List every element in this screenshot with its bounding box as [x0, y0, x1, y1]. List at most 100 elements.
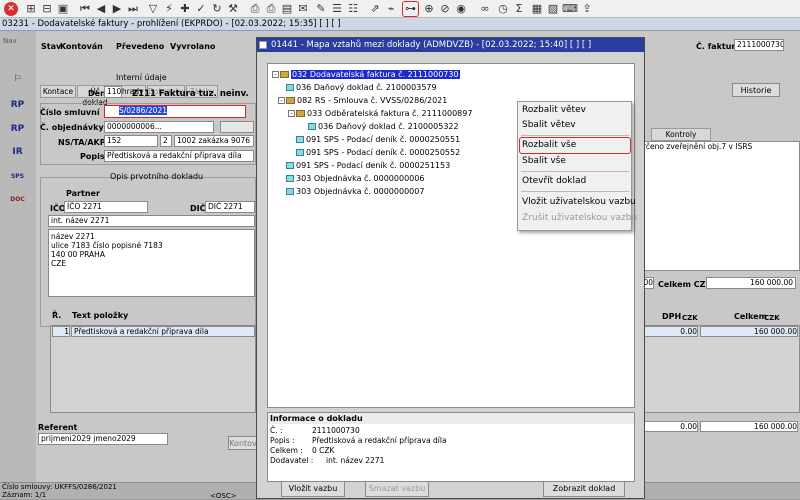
view-icon[interactable]: ◉	[454, 2, 468, 16]
popis-field[interactable]: Předtisková a redakční příprava díla	[104, 150, 254, 162]
list-icon[interactable]: ☰	[330, 2, 344, 16]
collapse-icon[interactable]: -	[288, 110, 295, 117]
tab-kontace[interactable]: Kontace	[40, 85, 76, 98]
check-icon[interactable]: ✓	[194, 2, 208, 16]
nsta-field-3[interactable]: 1002 zakázka 9076	[174, 135, 254, 147]
row1-dph[interactable]: 0.00	[642, 326, 698, 337]
execute-icon[interactable]: ✚	[178, 2, 192, 16]
document-icon	[308, 123, 316, 130]
kontov-button[interactable]: Kontov	[228, 436, 258, 450]
tree-node-4[interactable]: 036 Daňový doklad č. 2100005322	[308, 121, 459, 132]
last-record-icon[interactable]: ⏭	[126, 2, 140, 16]
toolbar: ✕ ⊞ ⊟ ▣ ⏮ ◀ ▶ ⏭ ▽ ⚡ ✚ ✓ ↻ ⚒ ⎙ ⎙ ▤ ✉ ✎ ☰ …	[0, 0, 800, 18]
tree-node-1[interactable]: 036 Daňový doklad č. 2100003579	[286, 82, 437, 93]
menu-item-rozbalit-vse[interactable]: Rozbalit vše	[522, 140, 576, 150]
menu-item-otevrit-doklad[interactable]: Otevřít doklad	[522, 176, 586, 186]
tree-node-7[interactable]: 091 SPS - Podací deník č. 0000251153	[286, 160, 450, 171]
objednavky-button-field[interactable]	[220, 121, 254, 133]
menu-item-sbalit-vse[interactable]: Sbalit vše	[522, 156, 566, 166]
glasses-icon[interactable]: ∞	[478, 2, 492, 16]
collapse-icon[interactable]: -	[278, 97, 285, 104]
attach-icon[interactable]: ⌁	[384, 2, 398, 16]
next-record-icon[interactable]: ▶	[110, 2, 124, 16]
dph-header: DPH	[662, 312, 682, 321]
dialog-title-bar[interactable]: 01441 - Mapa vztahů mezi doklady (ADMDVZ…	[257, 38, 644, 52]
new-record-icon[interactable]: ⊞	[24, 2, 38, 16]
cislo-smluvniho-field[interactable]: S/0286/2021	[104, 105, 246, 118]
show-document-button[interactable]: Zobrazit doklad	[543, 481, 625, 497]
menu-item-sbalit-vetev[interactable]: Sbalit větev	[522, 120, 576, 130]
left-side-panel: Nav ⚐ RP RP IR SPS DOC	[0, 31, 36, 486]
tree-node-2[interactable]: - 082 RS - Smlouva č. VVSS/0286/2021	[278, 95, 447, 106]
close-app-icon[interactable]: ✕	[4, 2, 18, 16]
first-record-icon[interactable]: ⏮	[78, 2, 92, 16]
menu-item-vlozit-vazbu[interactable]: Vložit uživatelskou vazbu	[522, 197, 636, 207]
window-title: 03231 - Dodavatelské faktury - prohlížen…	[0, 18, 800, 31]
radek-header: Ř.	[52, 311, 62, 320]
celkem-field[interactable]: 160 000.00	[706, 277, 796, 289]
filter-icon[interactable]: ▽	[146, 2, 160, 16]
row1-text[interactable]: Předtisková a redakční příprava díla	[71, 326, 255, 337]
tree-node-3[interactable]: - 033 Odběratelská faktura č. 2111000897	[288, 108, 472, 119]
menu-item-zrusit-vazbu[interactable]: Zrušit uživatelskou vazbu	[522, 213, 637, 223]
prev-record-icon[interactable]: ◀	[94, 2, 108, 16]
nazev-field[interactable]: int. název 2271	[48, 215, 255, 227]
document-icon[interactable]: DOC	[9, 191, 26, 208]
rp-icon-1[interactable]: RP	[9, 97, 26, 114]
rp-icon-2[interactable]: RP	[9, 121, 26, 138]
excel-icon[interactable]: ▦	[530, 2, 544, 16]
export-icon[interactable]: ▤	[280, 2, 294, 16]
denik-code-field[interactable]: 110	[104, 86, 122, 98]
document-map-dialog: 01441 - Mapa vztahů mezi doklady (ADMDVZ…	[256, 37, 645, 499]
mail-icon[interactable]: ✉	[296, 2, 310, 16]
word-icon[interactable]: ▧	[546, 2, 560, 16]
tree-node-9[interactable]: 303 Objednávka č. 0000000007	[286, 186, 424, 197]
tree-node-8[interactable]: 303 Objednávka č. 0000000006	[286, 173, 424, 184]
query-icon[interactable]: ⚡	[162, 2, 176, 16]
tools-icon[interactable]: ⚒	[226, 2, 240, 16]
sps-icon[interactable]: SPS	[9, 168, 26, 185]
tag-icon[interactable]: ⚐	[9, 71, 26, 88]
save-icon[interactable]: ▣	[56, 2, 70, 16]
info-value-cislo: 2111000730	[312, 426, 360, 435]
stav-label: Stav	[41, 42, 62, 51]
referent-field[interactable]: prijmeni2029 jmeno2029	[38, 433, 168, 445]
tree-node-5[interactable]: 091 SPS - Podací deník č. 0000250551	[296, 134, 460, 145]
print-preview-icon[interactable]: ⎙	[264, 2, 278, 16]
globe-icon[interactable]: ⊕	[422, 2, 436, 16]
sigma-icon[interactable]: Σ	[512, 2, 526, 16]
tree-node-label: 036 Daňový doklad č. 2100003579	[296, 83, 437, 92]
menu-item-rozbalit-vetev[interactable]: Rozbalit větev	[522, 105, 586, 115]
context-menu: Rozbalit větev Sbalit větev Rozbalit vše…	[517, 101, 637, 231]
delete-record-icon[interactable]: ⊟	[40, 2, 54, 16]
address-field[interactable]: název 2271 ulice 7183 číslo popisné 7183…	[48, 229, 255, 297]
detail-list-icon[interactable]: ☷	[346, 2, 360, 16]
document-icon	[286, 188, 294, 195]
collapse-icon[interactable]: -	[272, 71, 279, 78]
nsta-field-2[interactable]: 2	[160, 135, 172, 147]
ico-field[interactable]: IČO 2271	[64, 201, 148, 213]
objednavky-field[interactable]: 0000000006...	[104, 121, 214, 133]
open-link-icon[interactable]: ⇗	[368, 2, 382, 16]
compass-icon[interactable]: ⊘	[438, 2, 452, 16]
document-tree[interactable]: -032 Dodavatelská faktura č. 2111000730 …	[267, 63, 637, 408]
insert-relation-button[interactable]: Vložit vazbu	[281, 481, 345, 497]
print-icon[interactable]: ⎙	[248, 2, 262, 16]
share-icon[interactable]: ⇪	[580, 2, 594, 16]
ir-icon[interactable]: IR	[9, 144, 26, 161]
row1-celkem[interactable]: 160 000.00	[700, 326, 798, 337]
tree-node-0[interactable]: - 032 Dodavatelská faktura č. 2111000730	[272, 69, 460, 80]
clock-icon[interactable]: ◷	[496, 2, 510, 16]
historie-button[interactable]: Historie	[732, 83, 780, 97]
refresh-icon[interactable]: ↻	[210, 2, 224, 16]
tree-node-6[interactable]: 091 SPS - Podací deník č. 0000250552	[296, 147, 460, 158]
faktura-field[interactable]: 2111000730	[734, 39, 784, 51]
row1-number[interactable]: 1	[52, 326, 70, 337]
edit-icon[interactable]: ✎	[314, 2, 328, 16]
tab-kontroly[interactable]: Kontroly	[651, 128, 711, 141]
nsta-field-1[interactable]: 152	[104, 135, 158, 147]
delete-relation-button[interactable]: Smazat vazbu	[365, 481, 429, 497]
document-relations-icon[interactable]: ⊶	[402, 1, 419, 17]
keyboard-icon[interactable]: ⌨	[562, 2, 578, 16]
dic-field[interactable]: DIČ 2271	[205, 201, 255, 213]
